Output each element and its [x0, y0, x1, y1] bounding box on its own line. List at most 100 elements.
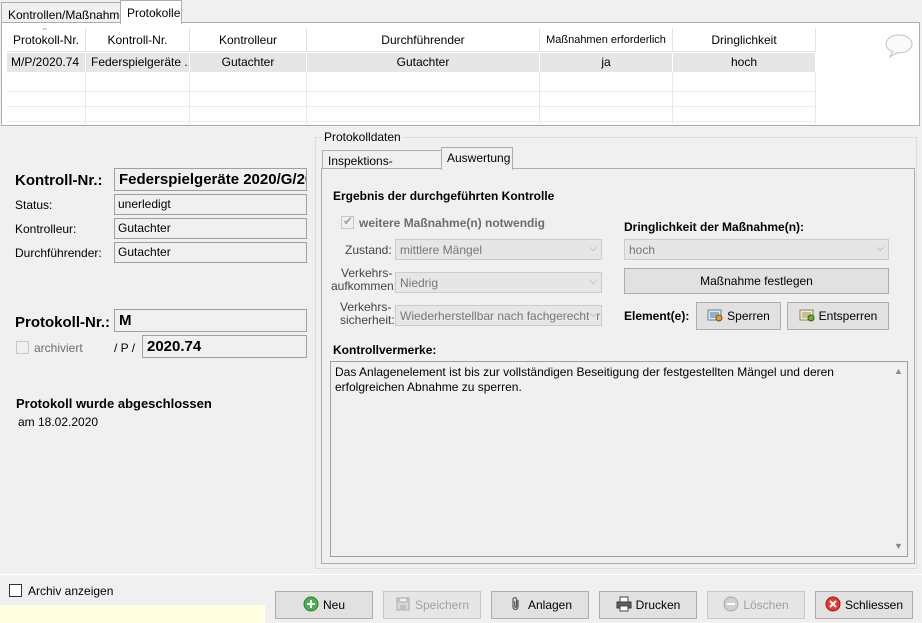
col-header-label: Durchführender: [381, 33, 465, 47]
archiviert-label: archiviert: [34, 341, 83, 355]
sort-asc-icon: ^: [43, 28, 47, 35]
schliessen-button[interactable]: Schliessen: [815, 591, 913, 619]
grid-divider: [85, 72, 86, 124]
dringlichkeit-label: Dringlichkeit der Maßnahme(n):: [624, 220, 805, 234]
archiviert-checkbox[interactable]: [16, 341, 29, 354]
tab-auswertung[interactable]: Auswertung: [441, 147, 513, 170]
weitere-massnahmen-label: weitere Maßnahme(n) notwendig: [359, 216, 546, 230]
grid-divider: [306, 72, 307, 124]
grid-line: [7, 106, 815, 107]
kontrolleur-label: Kontrolleur:: [15, 222, 77, 236]
button-label: Drucken: [635, 598, 681, 612]
element-label: Element(e):: [624, 309, 690, 323]
durchfuehrender-label: Durchführender:: [15, 246, 102, 260]
verkehrssicherheit-label: Verkehrs- sicherheit:: [340, 301, 395, 327]
protokolldaten-title: Protokolldaten: [322, 130, 403, 144]
massnahme-festlegen-button[interactable]: Maßnahme festlegen: [624, 268, 889, 294]
verkehrssicherheit-select[interactable]: Wiederherstellbar nach fachgerechter I ⌵: [395, 305, 602, 326]
button-label: Maßnahme festlegen: [700, 274, 813, 288]
tab-protokolle[interactable]: Protokolle: [120, 0, 182, 24]
scroll-down-icon: ▼: [894, 541, 903, 551]
tab-kontrollen-label: Kontrollen/Maßnahmen: [8, 8, 133, 22]
button-label: Speichern: [414, 598, 470, 612]
protokoll-nr-prefix-field[interactable]: M: [114, 309, 307, 332]
archiv-anzeigen-checkbox[interactable]: [9, 584, 22, 597]
tab-protokolle-label: Protokolle: [127, 6, 181, 20]
col-header-kontrolleur[interactable]: Kontrolleur: [190, 28, 307, 52]
chevron-down-icon: ⌵: [589, 276, 597, 287]
comment-icon[interactable]: [884, 33, 914, 62]
col-header-label: Kontroll-Nr.: [107, 33, 168, 47]
drucken-button[interactable]: Drucken: [599, 591, 697, 619]
save-icon: [395, 596, 411, 615]
tab-label: Auswertung: [447, 151, 511, 165]
chevron-down-icon: ⌵: [876, 243, 884, 254]
status-field[interactable]: unerledigt: [114, 194, 307, 215]
durchfuehrender-field[interactable]: Gutachter: [114, 242, 307, 263]
anlagen-button[interactable]: Anlagen: [491, 591, 589, 619]
tab-inspektions-ergebnisse[interactable]: Inspektions-Ergebnisse: [322, 150, 442, 182]
unlock-icon: [799, 307, 815, 326]
vertical-scrollbar[interactable]: ▲ ▼: [890, 362, 907, 556]
separator: [0, 574, 922, 575]
protokoll-number-field[interactable]: 2020.74: [142, 335, 307, 358]
cell-kontrolleur: Gutachter: [190, 53, 307, 72]
weitere-massnahmen-checkbox[interactable]: ✔: [341, 214, 354, 229]
label-line: sicherheit:: [340, 313, 395, 327]
protokoll-nr-label: Protokoll-Nr.:: [15, 314, 111, 331]
chevron-down-icon: ⌵: [589, 309, 597, 320]
sperren-button[interactable]: Sperren: [696, 302, 781, 330]
dringlichkeit-select[interactable]: hoch ⌵: [624, 239, 889, 260]
abgeschlossen-text: Protokoll wurde abgeschlossen: [16, 396, 212, 411]
button-label: Anlagen: [527, 598, 573, 612]
archiv-anzeigen-label: Archiv anzeigen: [28, 584, 114, 598]
grid-divider: [539, 72, 540, 124]
kontroll-nr-label: Kontroll-Nr.:: [15, 172, 103, 189]
entsperren-button[interactable]: Entsperren: [787, 302, 889, 330]
col-header-dringlichkeit[interactable]: Dringlichkeit: [673, 28, 816, 52]
cell-dringlichkeit: hoch: [673, 53, 816, 72]
ergebnis-title: Ergebnis der durchgeführten Kontrolle: [333, 189, 555, 203]
zustand-value: mittlere Mängel: [400, 243, 483, 257]
verkehrssicherheit-value: Wiederherstellbar nach fachgerechter I: [400, 309, 602, 323]
verkehrsaufkommen-select[interactable]: Niedrig ⌵: [395, 272, 602, 293]
paperclip-icon: [508, 596, 524, 615]
zustand-label: Zustand:: [345, 243, 392, 257]
col-header-kontroll-nr[interactable]: Kontroll-Nr.: [86, 28, 190, 52]
printer-icon: [616, 596, 632, 615]
cell-durchfuehrender: Gutachter: [307, 53, 540, 72]
dringlichkeit-value: hoch: [629, 243, 656, 257]
scroll-up-icon: ▲: [894, 366, 903, 376]
kontroll-nr-field[interactable]: Federspielgeräte 2020/G/20: [114, 168, 307, 191]
close-icon: [825, 596, 841, 615]
grid-divider: [815, 72, 816, 124]
zustand-select[interactable]: mittlere Mängel ⌵: [395, 239, 602, 260]
speichern-button[interactable]: Speichern: [383, 591, 481, 619]
checkmark-icon: ✔: [343, 214, 354, 228]
tab-kontrollen[interactable]: Kontrollen/Maßnahmen: [1, 2, 133, 23]
minus-icon: [723, 596, 739, 615]
protocol-grid[interactable]: Protokoll-Nr. ^ Kontroll-Nr. Kontrolleur…: [7, 28, 917, 124]
neu-button[interactable]: Neu: [275, 591, 373, 619]
kontrolleur-field[interactable]: Gutachter: [114, 218, 307, 239]
col-header-durchfuehrender[interactable]: Durchführender: [307, 28, 540, 52]
grid-line: [7, 91, 815, 92]
col-header-label: Dringlichkeit: [711, 33, 777, 47]
button-label: Löschen: [743, 598, 789, 612]
button-label: Sperren: [727, 309, 770, 323]
grid-divider: [189, 72, 190, 124]
button-label: Schliessen: [844, 598, 904, 612]
col-header-protokoll-nr[interactable]: Protokoll-Nr. ^: [7, 28, 86, 52]
kontrollvermerke-label: Kontrollvermerke:: [333, 343, 437, 357]
cell-protokoll-nr: M/P/2020.74: [7, 53, 86, 72]
cell-kontroll-nr: Federspielgeräte ...: [86, 53, 190, 72]
button-label: Entsperren: [818, 309, 878, 323]
lock-icon: [707, 307, 723, 326]
col-header-massnahmen[interactable]: Maßnahmen erforderlich: [540, 28, 673, 52]
button-label: Neu: [322, 598, 345, 612]
loeschen-button[interactable]: Löschen: [707, 591, 805, 619]
plus-icon: [303, 596, 319, 615]
kontrollvermerke-textarea[interactable]: Das Anlagenelement ist bis zur vollständ…: [330, 361, 908, 557]
status-label: Status:: [15, 198, 53, 212]
grid-line: [7, 121, 815, 122]
